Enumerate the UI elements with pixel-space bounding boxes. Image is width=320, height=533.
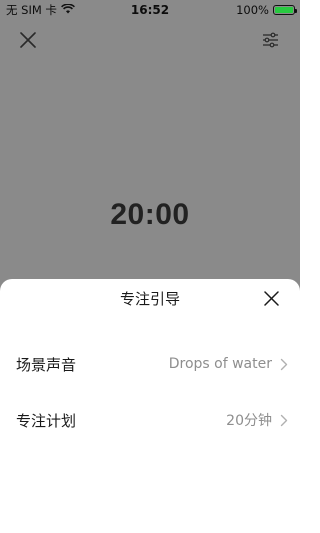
battery-fill (275, 7, 293, 13)
chevron-right-icon (280, 414, 288, 426)
focus-plan-row[interactable]: 专注计划 20分钟 (16, 406, 288, 434)
scene-sound-value-group: Drops of water (169, 356, 288, 372)
focus-plan-value: 20分钟 (226, 413, 272, 429)
status-left: 无 SIM 卡 (6, 2, 75, 18)
scene-sound-label: 场景声音 (16, 355, 77, 374)
focus-guide-sheet: 专注引导 场景声音 Drops of water 专注计划 20分钟 (0, 279, 300, 533)
focus-screen: 无 SIM 卡 16:52 100% 20:00 专注引导 场景声音 Drops… (0, 0, 300, 533)
sheet-title: 专注引导 (119, 289, 180, 308)
status-bar: 无 SIM 卡 16:52 100% (0, 0, 300, 20)
timer-display: 20:00 (110, 198, 190, 231)
wifi-icon (60, 3, 75, 17)
battery-percent: 100% (236, 3, 269, 17)
scene-sound-row[interactable]: 场景声音 Drops of water (16, 350, 288, 378)
carrier-label: 无 SIM 卡 (6, 3, 57, 17)
battery-icon (273, 5, 297, 15)
close-icon (263, 290, 279, 306)
chevron-right-icon (280, 358, 288, 370)
close-icon (20, 32, 36, 48)
status-right: 100% (236, 3, 297, 17)
settings-sliders-icon (262, 32, 278, 48)
focus-plan-value-group: 20分钟 (226, 410, 288, 430)
scene-sound-value: Drops of water (168, 356, 272, 372)
sheet-close-button[interactable] (261, 288, 281, 308)
sheet-header: 专注引导 (0, 279, 300, 317)
settings-button[interactable] (259, 29, 281, 51)
exit-button[interactable] (17, 29, 39, 51)
focus-plan-label: 专注计划 (16, 411, 77, 430)
